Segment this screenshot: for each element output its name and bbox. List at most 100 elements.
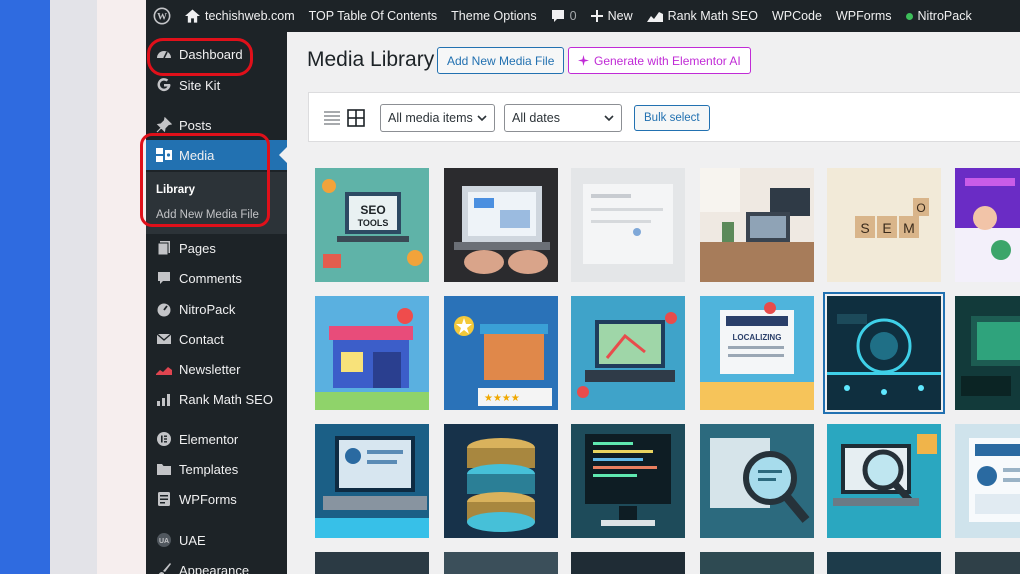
wpcode-link[interactable]: WPCode — [765, 0, 829, 32]
list-view-icon[interactable] — [323, 109, 341, 127]
media-thumbnail[interactable] — [955, 296, 1020, 410]
sidebar-item-appearance[interactable]: Appearance — [146, 555, 287, 574]
add-new-media-button[interactable]: Add New Media File — [437, 47, 565, 74]
wordpress-logo[interactable]: W — [146, 0, 178, 32]
toc-label: TOP Table Of Contents — [308, 9, 438, 23]
sidebar-item-label: UAE — [179, 532, 206, 548]
media-thumbnail[interactable] — [700, 424, 814, 538]
media-thumbnail[interactable] — [571, 296, 685, 410]
pin-icon — [154, 115, 174, 135]
sidebar-item-elementor[interactable]: Elementor — [146, 424, 287, 454]
media-thumbnail[interactable] — [955, 424, 1020, 538]
sidebar-item-label: Dashboard — [179, 46, 243, 62]
media-thumbnail[interactable] — [444, 552, 558, 574]
site-name-link[interactable]: techishweb.com — [178, 0, 302, 32]
comments-count-link[interactable]: 0 — [544, 0, 584, 32]
media-thumbnail[interactable] — [315, 552, 429, 574]
submenu-add-new[interactable]: Add New Media File — [156, 209, 259, 221]
toc-link[interactable]: TOP Table Of Contents — [302, 0, 445, 32]
home-icon — [185, 9, 200, 23]
sidebar-item-media[interactable]: Media — [146, 140, 287, 170]
rank-math-icon — [646, 12, 663, 22]
page-title: Media Library — [307, 48, 435, 71]
wpforms-link[interactable]: WPForms — [829, 0, 899, 32]
pages-icon — [154, 238, 174, 258]
date-value: All dates — [512, 111, 560, 125]
media-thumbnail[interactable] — [955, 168, 1020, 282]
sidebar-item-label: WPForms — [179, 491, 237, 507]
date-filter[interactable]: All dates — [504, 104, 622, 132]
media-thumbnail[interactable] — [571, 424, 685, 538]
media-thumbnail[interactable] — [315, 296, 429, 410]
comments-count: 0 — [569, 9, 577, 23]
left-gray-strip — [50, 0, 97, 574]
sidebar-item-nitropack[interactable]: NitroPack — [146, 294, 287, 324]
media-thumbnail[interactable]: SEMO — [827, 168, 941, 282]
chevron-down-icon — [604, 115, 614, 122]
grid-view-icon[interactable] — [347, 109, 365, 127]
media-thumbnail[interactable] — [571, 168, 685, 282]
svg-text:LOCALIZING: LOCALIZING — [733, 333, 782, 342]
sidebar-item-wpforms[interactable]: WPForms — [146, 484, 287, 514]
wpcode-label: WPCode — [771, 9, 822, 23]
media-thumbnail[interactable] — [444, 168, 558, 282]
sidebar-item-label: Elementor — [179, 431, 239, 447]
sidebar-item-label: Comments — [179, 270, 242, 286]
main-content: Media Library Add New Media File Generat… — [287, 32, 1020, 574]
elementor-icon — [154, 429, 174, 449]
media-type-filter[interactable]: All media items — [380, 104, 495, 132]
media-thumbnail[interactable] — [700, 168, 814, 282]
media-thumbnail[interactable] — [315, 424, 429, 538]
sidebar-item-newsletter[interactable]: Newsletter — [146, 354, 287, 384]
rank-math-link[interactable]: Rank Math SEO — [640, 0, 765, 32]
comment-icon — [154, 268, 174, 288]
sidebar-item-posts[interactable]: Posts — [146, 110, 287, 140]
new-content-link[interactable]: New — [584, 0, 640, 32]
theme-options-link[interactable]: Theme Options — [444, 0, 543, 32]
nitropack-label: NitroPack — [917, 9, 972, 23]
wpforms-icon — [154, 489, 174, 509]
submenu-library[interactable]: Library — [156, 184, 195, 196]
dashboard-icon — [154, 44, 174, 64]
sidebar-item-label: Pages — [179, 240, 216, 256]
sidebar-item-comments[interactable]: Comments — [146, 263, 287, 293]
media-thumbnail[interactable]: LOCALIZING — [700, 296, 814, 410]
left-blue-strip — [0, 0, 50, 574]
bulk-select-button[interactable]: Bulk select — [634, 105, 710, 131]
media-thumbnail[interactable] — [444, 424, 558, 538]
media-thumbnail[interactable]: SEO TOOLS — [315, 168, 429, 282]
sidebar-item-label: Appearance — [179, 562, 250, 574]
sidebar-item-rank-math-seo[interactable]: Rank Math SEO — [146, 384, 287, 414]
newsletter-icon — [154, 359, 174, 379]
sidebar-item-templates[interactable]: Templates — [146, 454, 287, 484]
media-thumbnail[interactable] — [571, 552, 685, 574]
svg-text:W: W — [157, 12, 167, 23]
svg-text:SEO: SEO — [360, 203, 385, 217]
sidebar-item-uae[interactable]: UA UAE — [146, 525, 287, 555]
media-submenu: Library Add New Media File — [146, 172, 287, 234]
media-thumbnail[interactable] — [955, 552, 1020, 574]
envelope-icon — [154, 329, 174, 349]
background-gap — [97, 0, 146, 574]
sidebar-item-pages[interactable]: Pages — [146, 233, 287, 263]
media-thumbnail[interactable] — [823, 292, 945, 414]
brush-icon — [154, 560, 174, 574]
media-thumbnail[interactable] — [700, 552, 814, 574]
media-type-value: All media items — [388, 111, 473, 125]
sidebar-item-dashboard[interactable]: Dashboard — [146, 39, 287, 69]
nitropack-link[interactable]: NitroPack — [899, 0, 979, 32]
folder-icon — [154, 459, 174, 479]
sidebar-item-label: Posts — [179, 117, 212, 133]
generate-ai-button[interactable]: Generate with Elementor AI — [568, 47, 751, 74]
svg-text:S: S — [860, 220, 869, 236]
wpforms-label: WPForms — [835, 9, 892, 23]
rank-math-label: Rank Math SEO — [667, 9, 758, 23]
uae-icon: UA — [154, 530, 174, 550]
media-thumbnail[interactable] — [827, 424, 941, 538]
theme-options-label: Theme Options — [451, 9, 537, 23]
sidebar-item-contact[interactable]: Contact — [146, 324, 287, 354]
media-thumbnail[interactable] — [827, 552, 941, 574]
sidebar-item-site-kit[interactable]: Site Kit — [146, 70, 287, 100]
media-thumbnail[interactable]: ★★★★ — [444, 296, 558, 410]
media-toolbar: All media items All dates Bulk select — [308, 92, 1020, 142]
